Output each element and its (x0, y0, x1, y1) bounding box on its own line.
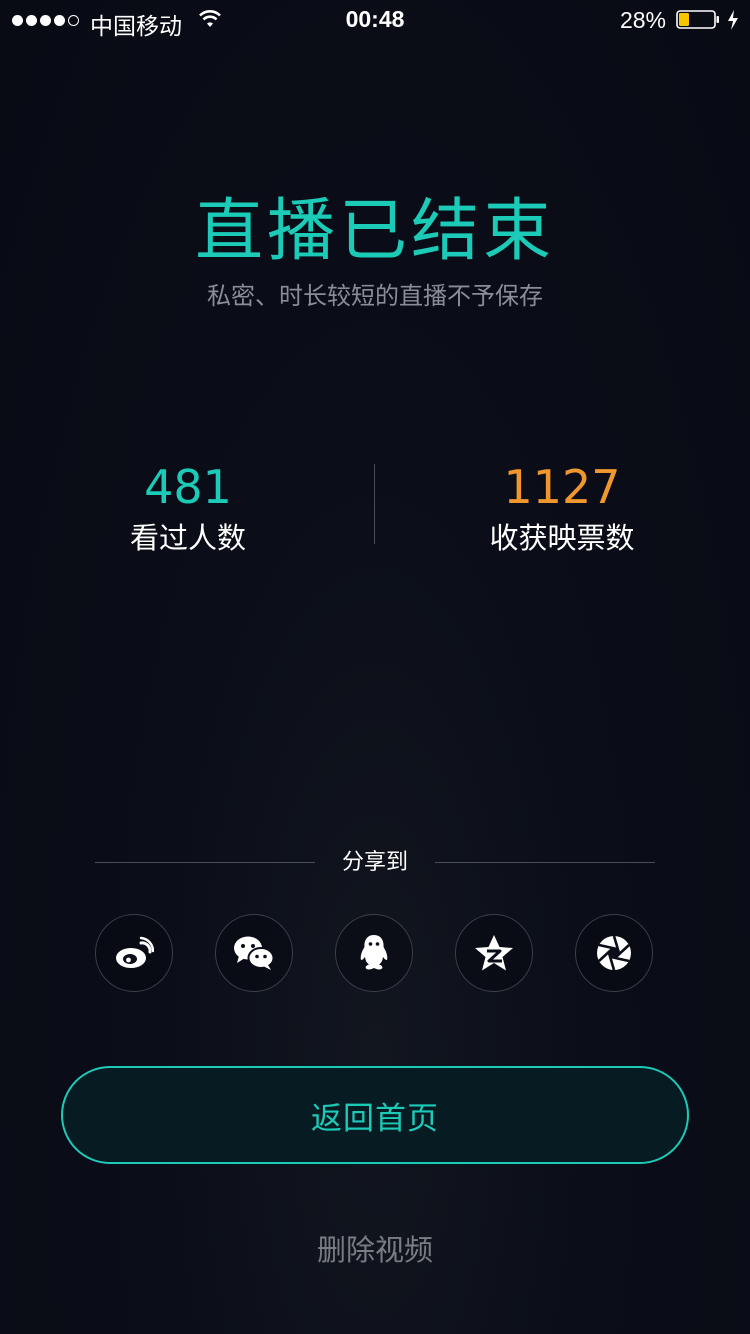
status-bar: 中国移动 00:48 28% (0, 0, 750, 40)
battery-icon (676, 10, 719, 29)
qzone-icon (475, 935, 513, 971)
battery-percent: 28% (619, 7, 666, 33)
share-qq-button[interactable] (335, 914, 413, 992)
delete-video-button[interactable]: 删除视频 (0, 1232, 750, 1268)
moments-icon (597, 935, 631, 971)
page-title: 直播已结束 (194, 192, 555, 271)
tickets-label: 收获映票数 (489, 521, 635, 555)
share-moments-button[interactable] (575, 914, 653, 992)
viewers-stat: 481 看过人数 (38, 460, 338, 558)
share-weibo-button[interactable] (95, 914, 173, 992)
viewers-count: 481 (144, 460, 232, 514)
qq-icon (360, 935, 388, 970)
tickets-count: 1127 (503, 460, 621, 514)
share-divider-right (435, 862, 655, 863)
return-home-button[interactable]: 返回首页 (61, 1066, 689, 1164)
share-label: 分享到 (341, 850, 408, 875)
wechat-icon (234, 936, 275, 970)
weibo-icon (116, 936, 154, 968)
page-subtitle: 私密、时长较短的直播不予保存 (207, 282, 543, 310)
return-home-label: 返回首页 (311, 1100, 439, 1137)
charging-icon (728, 10, 738, 30)
stats-divider (374, 464, 375, 544)
tickets-stat: 1127 收获映票数 (412, 460, 712, 558)
viewers-label: 看过人数 (129, 521, 246, 555)
share-qzone-button[interactable] (455, 914, 533, 992)
share-wechat-button[interactable] (215, 914, 293, 992)
